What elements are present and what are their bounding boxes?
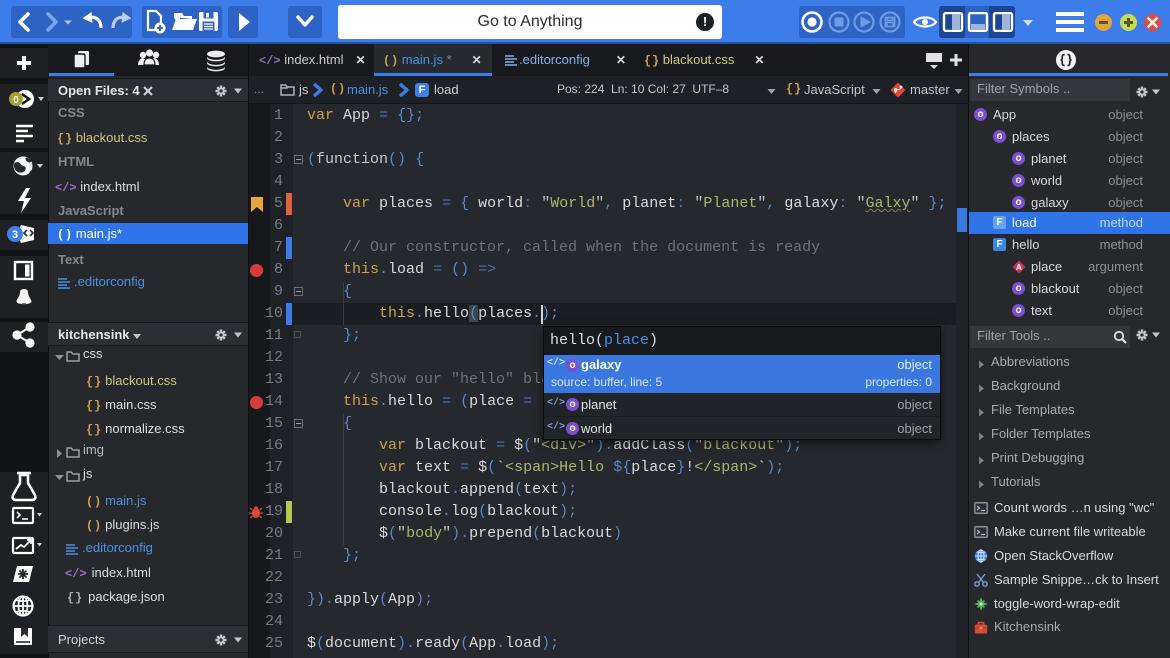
svg-text:0: 0 <box>13 95 19 106</box>
svg-text:A: A <box>1016 262 1022 272</box>
svg-text:3: 3 <box>12 229 18 241</box>
